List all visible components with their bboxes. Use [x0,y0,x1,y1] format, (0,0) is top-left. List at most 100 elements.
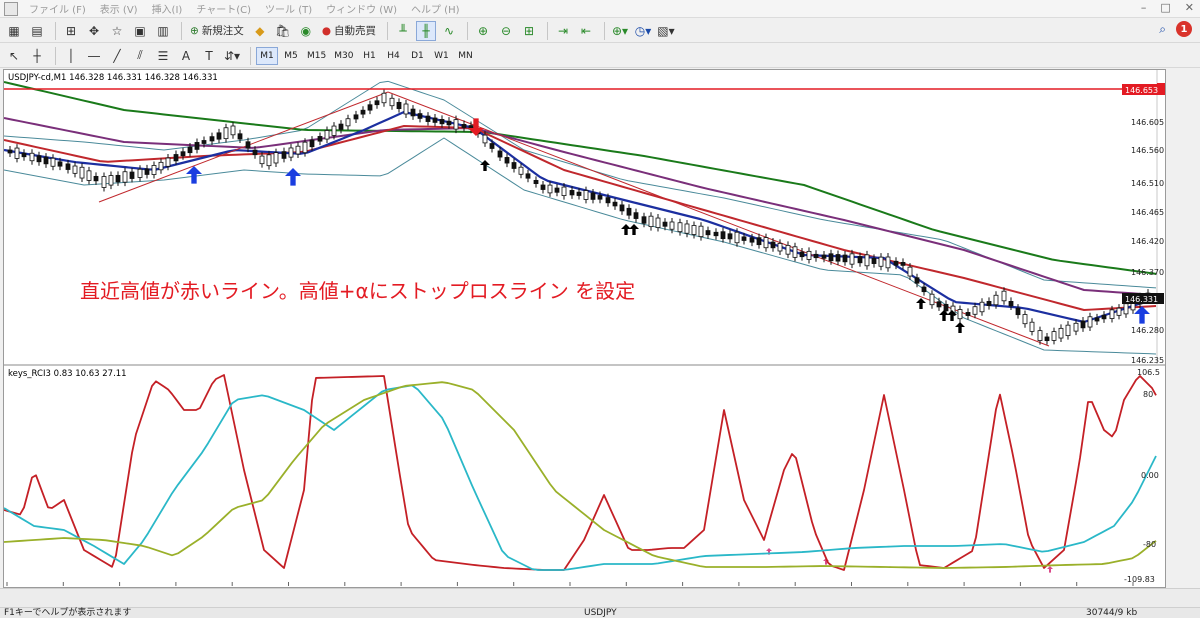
line-chart-icon[interactable]: ∿ [439,21,459,41]
candle-bear [461,124,467,128]
chart-tab-strip [0,588,1200,607]
search-icon[interactable]: ⌕ [1159,22,1166,37]
fibonacci-icon[interactable]: ☰ [153,46,173,66]
candle-bear [662,221,668,227]
auto-scroll-icon[interactable]: ⇥ [553,21,573,41]
timeframe-m5[interactable]: M5 [280,47,302,65]
timeframe-m30[interactable]: M30 [331,47,356,65]
timeframe-m15[interactable]: M15 [304,47,329,65]
rci-tick: 80 [1143,390,1153,399]
menu-file[interactable]: ファイル (F) [22,1,93,16]
timeframe-w1[interactable]: W1 [430,47,452,65]
candle-bear [597,195,603,200]
menu-chart[interactable]: チャート(C) [189,1,258,16]
timeframe-h1[interactable]: H1 [358,47,380,65]
candle-bear [540,184,546,190]
auto-trading-button[interactable]: ● 自動売買 [319,21,379,41]
candle-bull [785,245,791,255]
crosshair-icon[interactable]: ┼ [27,46,47,66]
candle-bull [345,118,351,127]
candlestick-icon[interactable]: ╫ [415,20,436,41]
zoom-out-icon[interactable]: ⊖ [496,21,516,41]
chart-window[interactable]: USDJPY-cd,M1 146.328 146.331 146.328 146… [3,69,1182,596]
templates-icon[interactable]: ▧▾ [656,21,676,41]
strategy-tester-icon[interactable]: ▥ [153,21,173,41]
menu-help[interactable]: ヘルプ (H) [404,1,467,16]
candle-bull [547,184,553,194]
candle-bull [885,256,891,269]
candle-bear [425,115,431,122]
new-order-button[interactable]: ⊕ 新規注文 [187,21,247,41]
auto-trading-label: 自動売買 [333,25,376,37]
close-button[interactable]: ✕ [1185,1,1194,14]
candle-bull [14,147,20,159]
zoom-in-icon[interactable]: ⊕ [473,21,493,41]
menu-window[interactable]: ウィンドウ (W) [319,1,404,16]
candle-bear [511,162,517,169]
menu-insert[interactable]: 挿入(I) [145,1,190,16]
timeframe-mn[interactable]: MN [454,47,476,65]
candle-bull [1029,321,1035,332]
signals-icon[interactable]: ◉ [296,21,316,41]
price-tick: 146.605 [1131,118,1164,127]
navigator-icon[interactable]: ☆ [107,21,127,41]
price-tick: 146.280 [1131,326,1164,335]
equidistant-channel-icon[interactable]: ⫽ [130,46,150,66]
candle-bear [871,258,877,264]
timeframe-m1[interactable]: M1 [256,46,278,65]
cursor-icon[interactable]: ↖ [4,46,24,66]
candle-bull [453,119,459,130]
menu-tools[interactable]: ツール (T) [258,1,319,16]
candle-bear [936,301,942,308]
candle-bear [705,230,711,236]
candle-bear [1080,320,1086,329]
candle-bear [187,146,193,154]
candle-bull [331,125,337,136]
price-pane[interactable] [4,70,1165,365]
chart-shift-icon[interactable]: ⇤ [576,21,596,41]
candle-bull [792,246,798,258]
timeframe-d1[interactable]: D1 [406,47,428,65]
terminal-icon[interactable]: ▣ [130,21,150,41]
market-icon[interactable]: 🛍 [273,21,293,41]
candle-bear [281,151,287,159]
symbol-header: USDJPY-cd,M1 146.328 146.331 146.328 146… [8,73,218,83]
candle-bear [410,108,416,117]
bar-chart-icon[interactable]: ╨ [393,21,413,41]
restore-button[interactable]: □ [1160,1,1170,14]
candle-bear [965,312,971,316]
horizontal-line-icon[interactable]: ― [84,46,104,66]
candle-bull [698,225,704,238]
chart-canvas[interactable]: USDJPY-cd,M1 146.328 146.331 146.328 146… [3,70,1182,596]
market-watch-icon[interactable]: ⊞ [61,21,81,41]
candle-bull [1116,307,1122,316]
candle-bull [1109,309,1115,319]
menu-view[interactable]: 表示 (V) [93,1,145,16]
trendline-icon[interactable]: ╱ [107,46,127,66]
candle-bull [295,145,301,155]
candle-bull [864,254,870,267]
new-chart-icon[interactable]: ▦ [4,21,24,41]
candle-bear [741,236,747,241]
candle-bear [1094,317,1100,322]
candle-bull [763,237,769,249]
metaeditor-icon[interactable]: ◆ [250,21,270,41]
indicators-icon[interactable]: ⊕▾ [610,21,630,41]
vertical-line-icon[interactable]: │ [61,46,81,66]
arrows-icon[interactable]: ⇵▾ [222,46,242,66]
tile-windows-icon[interactable]: ⊞ [519,21,539,41]
notification-badge[interactable]: 1 [1176,21,1192,37]
rci-tick: -80 [1143,540,1156,549]
profiles-icon[interactable]: ▤ [27,21,47,41]
minimize-button[interactable]: – [1141,1,1147,14]
window-gutter [1166,69,1200,588]
candle-bear [619,204,625,212]
text-icon[interactable]: A [176,46,196,66]
data-window-icon[interactable]: ✥ [84,21,104,41]
candle-bull [1087,316,1093,328]
periods-icon[interactable]: ◷▾ [633,21,653,41]
timeframe-h4[interactable]: H4 [382,47,404,65]
price-tick: 146.370 [1131,268,1164,277]
text-label-icon[interactable]: T [199,46,219,66]
candle-bull [972,306,978,315]
